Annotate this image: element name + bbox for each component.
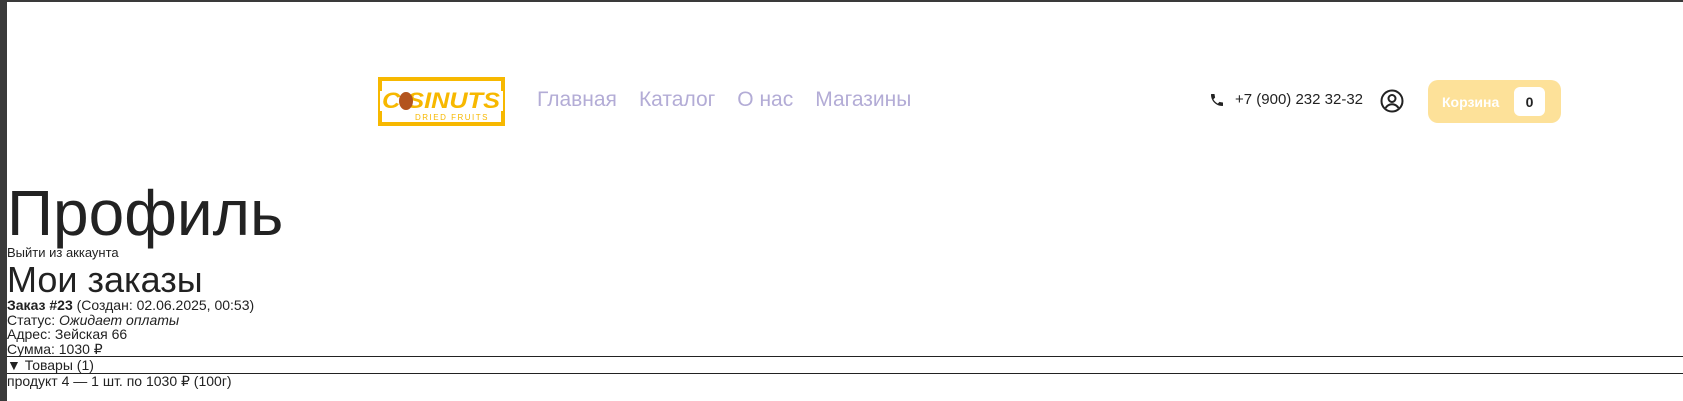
phone-icon bbox=[1211, 93, 1223, 106]
cart-count-badge: 0 bbox=[1514, 87, 1545, 116]
order-address: Адрес: Зейская 66 bbox=[7, 326, 128, 342]
nav-home-link[interactable]: Главная bbox=[537, 88, 617, 112]
orders-heading: Мои заказы bbox=[7, 259, 203, 300]
cart-button[interactable]: Корзина 0 bbox=[1428, 80, 1561, 123]
page-title: Профиль bbox=[7, 177, 284, 249]
nav-catalog-link[interactable]: Каталог bbox=[639, 88, 715, 112]
order-card: Заказ #23 (Создан: 02.06.2025, 00:53) Ст… bbox=[7, 298, 1683, 388]
order-item: продукт 4 — 1 шт. по 1030 ₽ (100г) bbox=[7, 373, 232, 389]
nav-stores-link[interactable]: Магазины bbox=[815, 88, 911, 112]
cart-label: Корзина bbox=[1442, 93, 1500, 110]
order-sum: Сумма: 1030 ₽ bbox=[7, 340, 103, 357]
nav-about-link[interactable]: О нас bbox=[737, 88, 793, 112]
phone-number: +7 (900) 232 32-32 bbox=[1235, 91, 1364, 108]
cosinuts-logo[interactable]: C SINUTS DRIED FRUITS bbox=[378, 77, 505, 126]
site-header: C SINUTS DRIED FRUITS Главная Каталог О … bbox=[0, 0, 1683, 170]
phone-contact[interactable]: +7 (900) 232 32-32 bbox=[1209, 91, 1363, 108]
profile-content: Профиль Выйти из аккаунта Мои заказы Зак… bbox=[7, 175, 1683, 388]
order-status: Статус: Ожидает оплаты bbox=[7, 312, 1683, 328]
order-items-toggle[interactable]: ▼ Товары (1) bbox=[7, 356, 1683, 374]
order-header: Заказ #23 (Создан: 02.06.2025, 00:53) bbox=[7, 298, 1683, 313]
main-nav: Главная Каталог О нас Магазины bbox=[537, 88, 911, 112]
svg-text:DRIED FRUITS: DRIED FRUITS bbox=[415, 113, 489, 122]
user-profile-icon[interactable] bbox=[1380, 89, 1404, 113]
